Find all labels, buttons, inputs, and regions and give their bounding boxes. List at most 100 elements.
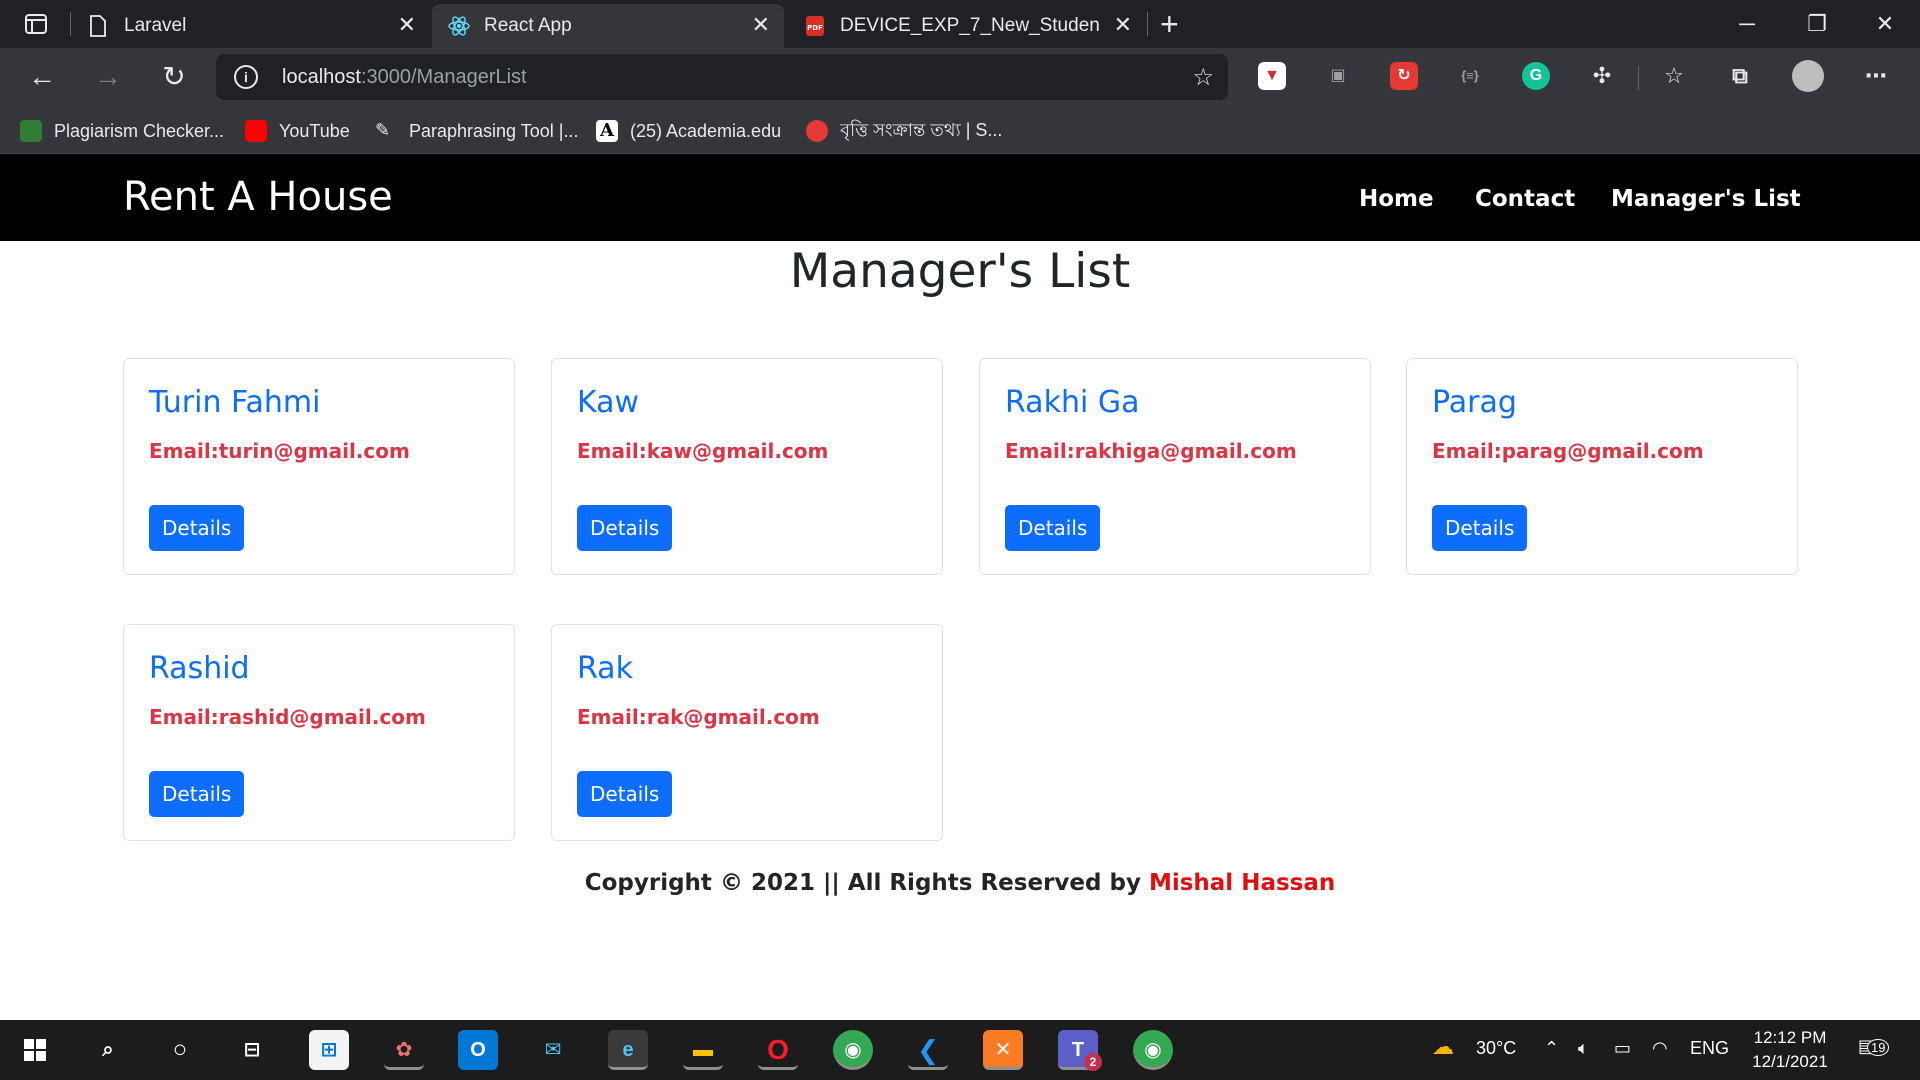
manager-card: Turin Fahmi Email:turin@gmail.com Detail… bbox=[123, 358, 515, 575]
details-button[interactable]: Details bbox=[149, 771, 245, 817]
tab-pdf-document[interactable]: PDF DEVICE_EXP_7_New_Student_MA ✕ bbox=[788, 4, 1146, 48]
temperature[interactable]: 30°C bbox=[1476, 1038, 1516, 1059]
author-name: Mishal Hassan bbox=[1148, 870, 1336, 896]
close-tab-icon[interactable]: ✕ bbox=[752, 12, 770, 38]
manager-card: Kaw Email:kaw@gmail.com Details bbox=[551, 358, 943, 575]
site-footer: Copyright © 2021 || All Rights Reserved … bbox=[0, 870, 1920, 896]
plagiarism-checker-icon bbox=[20, 120, 42, 142]
collections-icon[interactable]: ⧉ bbox=[1726, 62, 1754, 90]
forward-icon[interactable]: → bbox=[90, 60, 126, 96]
close-tab-icon[interactable]: ✕ bbox=[398, 12, 416, 38]
address-bar[interactable]: i localhost:3000/ManagerList ☆ bbox=[216, 54, 1228, 100]
nav-home-link[interactable]: Home bbox=[1359, 186, 1434, 212]
bookmark-label: Paraphrasing Tool |... bbox=[409, 120, 579, 141]
teams-icon[interactable]: T2 bbox=[1058, 1030, 1102, 1071]
tab-separator bbox=[1147, 12, 1148, 36]
url-path: :3000/ManagerList bbox=[360, 66, 527, 88]
show-hidden-icons[interactable]: ⌃ bbox=[1544, 1038, 1559, 1059]
manager-name: Rakhi Ga bbox=[1005, 385, 1140, 420]
tab-react-app[interactable]: React App ✕ bbox=[432, 4, 784, 48]
mail-icon[interactable]: ✉ bbox=[533, 1030, 573, 1070]
bookmark-scholarship[interactable]: বৃত্তি সংক্রান্ত তথ্য | S... bbox=[806, 118, 1002, 144]
bookmark-paraphrasing-tool[interactable]: ✎ Paraphrasing Tool |... bbox=[375, 118, 578, 144]
manager-card: Rakhi Ga Email:rakhiga@gmail.com Details bbox=[979, 358, 1371, 575]
paint-icon[interactable]: ✿ bbox=[384, 1030, 424, 1070]
wifi-icon[interactable]: ◠ bbox=[1652, 1038, 1668, 1059]
manager-card: Rashid Email:rashid@gmail.com Details bbox=[123, 624, 515, 841]
system-clock[interactable]: 12:12 PM 12/1/2021 bbox=[1740, 1026, 1840, 1074]
details-button[interactable]: Details bbox=[149, 505, 245, 551]
add-favorite-icon[interactable]: ☆ bbox=[1192, 63, 1214, 92]
details-button[interactable]: Details bbox=[577, 771, 673, 817]
windows-taskbar: ⌕ ○ ⊟ ⊞ ✿ O ✉ e ▬ O ◉ ❮ ✕ T2 ◉ ☁ 30°C ⌃ … bbox=[0, 1020, 1920, 1080]
manager-email: Email:kaw@gmail.com bbox=[577, 439, 829, 463]
bookmark-youtube[interactable]: YouTube bbox=[245, 118, 350, 144]
file-explorer-icon[interactable]: ▬ bbox=[683, 1030, 723, 1070]
details-button[interactable]: Details bbox=[577, 505, 673, 551]
outlook-icon[interactable]: O bbox=[458, 1030, 498, 1070]
extension-sync-icon[interactable]: ↻ bbox=[1390, 62, 1418, 90]
chrome-icon[interactable]: ◉ bbox=[1133, 1030, 1173, 1070]
details-button[interactable]: Details bbox=[1432, 505, 1528, 551]
back-icon[interactable]: ← bbox=[24, 60, 60, 96]
close-tab-icon[interactable]: ✕ bbox=[1114, 12, 1132, 38]
tab-title: React App bbox=[484, 15, 572, 36]
copyright-text: Copyright © 2021 || All Rights Reserved … bbox=[584, 870, 1149, 896]
tab-actions-icon[interactable] bbox=[18, 12, 54, 36]
microsoft-store-icon[interactable]: ⊞ bbox=[309, 1030, 349, 1070]
close-window-icon[interactable]: ✕ bbox=[1862, 8, 1908, 40]
details-button[interactable]: Details bbox=[1005, 505, 1101, 551]
tab-laravel[interactable]: Laravel ✕ bbox=[72, 4, 430, 48]
extensions-puzzle-icon[interactable]: ✣ bbox=[1588, 62, 1616, 90]
language-indicator[interactable]: ENG bbox=[1690, 1038, 1729, 1059]
manager-card: Parag Email:parag@gmail.com Details bbox=[1406, 358, 1798, 575]
bookmark-plagiarism-checker[interactable]: Plagiarism Checker... bbox=[20, 118, 224, 144]
edge-browser-icon[interactable]: e bbox=[608, 1030, 648, 1070]
grammarly-icon[interactable]: G bbox=[1522, 62, 1550, 90]
tab-title: DEVICE_EXP_7_New_Student_MA bbox=[840, 15, 1100, 36]
page-icon bbox=[88, 15, 110, 37]
nav-managers-list-link[interactable]: Manager's List bbox=[1611, 186, 1801, 212]
site-info-icon[interactable]: i bbox=[234, 65, 258, 89]
page-title: Manager's List bbox=[789, 244, 1131, 299]
manager-email: Email:rak@gmail.com bbox=[577, 705, 820, 729]
quill-icon: ✎ bbox=[375, 120, 391, 140]
nav-contact-link[interactable]: Contact bbox=[1475, 186, 1575, 212]
extension-screen-icon[interactable]: ▣ bbox=[1324, 62, 1352, 90]
manager-name: Rashid bbox=[149, 651, 250, 686]
site-brand[interactable]: Rent A House bbox=[123, 174, 393, 220]
reload-icon[interactable]: ↻ bbox=[156, 60, 192, 96]
teams-badge: 2 bbox=[1084, 1053, 1102, 1071]
profile-avatar[interactable] bbox=[1792, 60, 1824, 92]
cortana-icon[interactable]: ○ bbox=[160, 1030, 200, 1070]
windows-start-icon[interactable] bbox=[15, 1030, 55, 1070]
extension-code-icon[interactable]: {≡} bbox=[1456, 62, 1484, 90]
restore-icon[interactable]: ❐ bbox=[1794, 8, 1840, 40]
volume-icon[interactable]: 🔈︎ bbox=[1578, 1038, 1589, 1059]
bookmark-label: বৃত্তি সংক্রান্ত তথ্য | S... bbox=[840, 119, 1003, 140]
manager-email: Email:parag@gmail.com bbox=[1432, 439, 1704, 463]
bookmark-academia[interactable]: A (25) Academia.edu bbox=[596, 118, 781, 144]
task-view-icon[interactable]: ⊟ bbox=[232, 1030, 272, 1070]
tab-title: Laravel bbox=[124, 15, 187, 36]
url-host: localhost bbox=[282, 66, 361, 88]
chrome-icon[interactable]: ◉ bbox=[833, 1030, 873, 1070]
battery-icon[interactable]: ▭ bbox=[1614, 1038, 1631, 1059]
svg-text:PDF: PDF bbox=[807, 24, 823, 32]
xampp-icon[interactable]: ✕ bbox=[983, 1030, 1023, 1070]
notification-center-icon[interactable]: ▤19 bbox=[1858, 1036, 1890, 1057]
search-icon[interactable]: ⌕ bbox=[88, 1030, 128, 1070]
clock-time: 12:12 PM bbox=[1753, 1028, 1827, 1047]
new-tab-icon[interactable]: + bbox=[1160, 6, 1179, 43]
tab-separator bbox=[70, 12, 71, 36]
toolbar-separator bbox=[1638, 66, 1639, 90]
more-menu-icon[interactable]: ⋯ bbox=[1862, 62, 1890, 90]
minimize-icon[interactable]: ─ bbox=[1724, 8, 1770, 40]
extension-pocket-icon[interactable]: ▼ bbox=[1258, 62, 1286, 90]
weather-icon[interactable]: ☁ bbox=[1432, 1034, 1454, 1060]
favorites-icon[interactable]: ☆ bbox=[1660, 62, 1688, 90]
url-text[interactable]: localhost:3000/ManagerList bbox=[282, 66, 527, 89]
opera-icon[interactable]: O bbox=[758, 1030, 798, 1070]
vscode-icon[interactable]: ❮ bbox=[908, 1030, 948, 1070]
manager-name: Kaw bbox=[577, 385, 640, 420]
